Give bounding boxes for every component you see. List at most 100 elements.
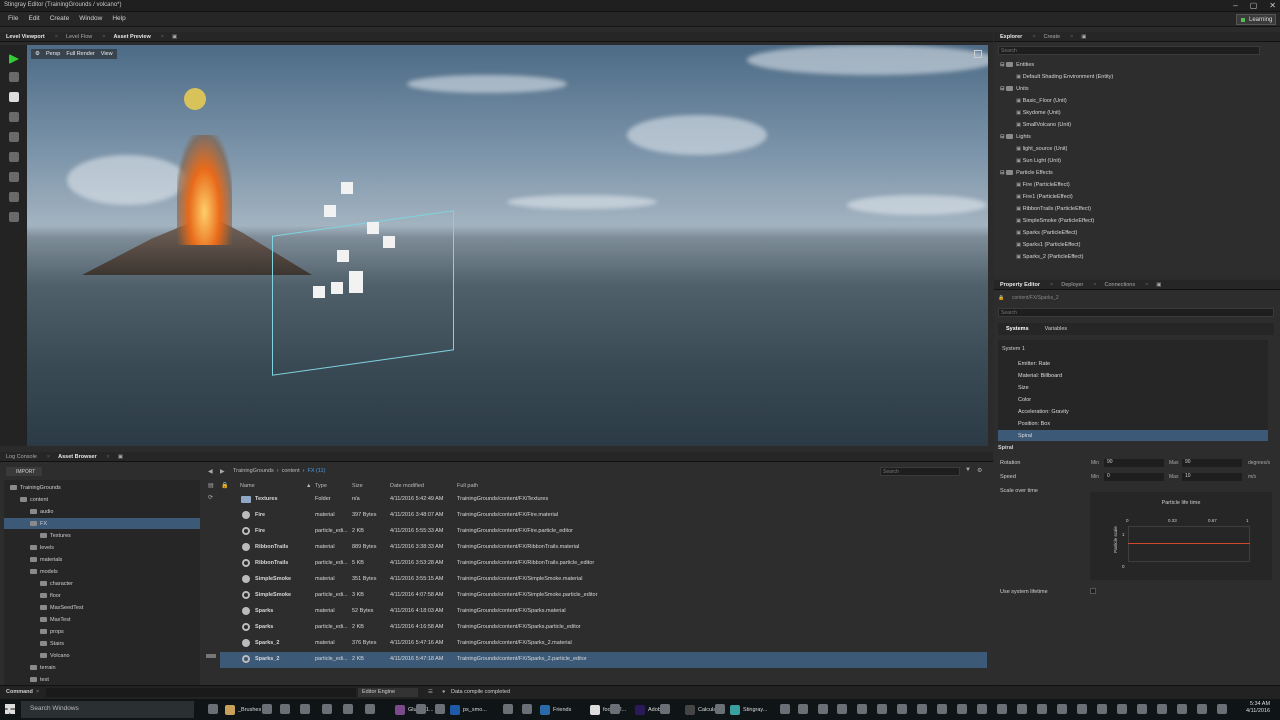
taskbar-app[interactable]: Friends	[540, 702, 571, 717]
tray-icon[interactable]	[997, 704, 1007, 714]
taskbar-app[interactable]: ps_smo...	[450, 702, 487, 717]
tray-icon[interactable]	[977, 704, 987, 714]
asset-row[interactable]: Sparks_2 particle_edi... 2 KB 4/11/2016 5:4…	[220, 652, 987, 668]
asset-row[interactable]: SimpleSmoke material 351 Bytes 4/11/2016 3:…	[220, 572, 987, 588]
particle-module-item[interactable]: Color	[998, 394, 1268, 405]
close-button[interactable]: ✕	[1269, 1, 1276, 10]
col-path[interactable]: Full path	[457, 483, 478, 489]
particle-module-item[interactable]: Acceleration: Gravity	[998, 406, 1268, 417]
asset-row[interactable]: Fire particle_edi... 2 KB 4/11/2016 5:55:33…	[220, 524, 987, 540]
minimize-button[interactable]: –	[1233, 1, 1237, 10]
clock[interactable]: 5:34 AM 4/11/2016	[1246, 701, 1270, 715]
menu-create[interactable]: Create	[50, 15, 70, 22]
tray-icon[interactable]	[660, 704, 670, 714]
explorer-item[interactable]: ▣ Fire (ParticleEffect)	[1016, 182, 1070, 194]
rotation-min-field[interactable]: 90	[1104, 459, 1164, 467]
speed-min-field[interactable]: 0	[1104, 473, 1164, 481]
full-render-button[interactable]: Full Render	[66, 51, 94, 57]
explorer-group[interactable]: ⊟ Entities	[1000, 62, 1034, 74]
tray-icon[interactable]	[365, 704, 375, 714]
tray-icon[interactable]	[857, 704, 867, 714]
import-button[interactable]: IMPORT	[6, 467, 42, 476]
folder-tree-item[interactable]: Volcano	[4, 650, 200, 661]
folder-tree-item[interactable]: materials	[4, 554, 200, 565]
taskbar-app[interactable]: GluaIT 1...	[395, 702, 434, 717]
menu-file[interactable]: File	[8, 15, 18, 22]
asset-row[interactable]: Sparks material 52 Bytes 4/11/2016 4:18:03 …	[220, 604, 987, 620]
level-viewport[interactable]: ⚙ Persp Full Render View	[27, 45, 988, 446]
folder-tree-item[interactable]: content	[4, 494, 200, 505]
menu-window[interactable]: Window	[79, 15, 102, 22]
scale-curve-editor[interactable]: Particle life time 0 0.33 0.67 1 1 0 Par…	[1090, 492, 1272, 580]
tab-log-console[interactable]: Log Console	[6, 454, 37, 460]
explorer-item[interactable]: ▣ Default Shading Environment (Entity)	[1016, 74, 1113, 86]
use-system-lifetime-checkbox[interactable]	[1090, 588, 1096, 594]
refresh-icon[interactable]: ⟳	[208, 494, 213, 501]
spiral-section-header[interactable]: Spiral	[998, 445, 1013, 451]
tab-asset-preview[interactable]: Asset Preview	[113, 34, 150, 40]
folder-tree-item[interactable]: terrain	[4, 662, 200, 673]
explorer-item[interactable]: ▣ Skydome (Unit)	[1016, 110, 1061, 122]
add-tab-icon[interactable]: ▣	[1156, 282, 1161, 288]
tray-icon[interactable]	[503, 704, 513, 714]
tray-icon[interactable]	[1177, 704, 1187, 714]
tab-level-flow[interactable]: Level Flow	[66, 34, 92, 40]
folder-tree-item[interactable]: TrainingGrounds	[4, 482, 200, 493]
property-search-input[interactable]	[998, 308, 1274, 317]
tray-icon[interactable]	[897, 704, 907, 714]
tray-icon[interactable]	[1217, 704, 1227, 714]
explorer-search-input[interactable]	[998, 46, 1260, 55]
add-tab-icon[interactable]: ▣	[118, 454, 123, 460]
asset-row[interactable]: RibbonTrails material 889 Bytes 4/11/2016 3…	[220, 540, 987, 556]
scale-curve-line[interactable]	[1128, 543, 1250, 544]
learning-button[interactable]: Learning	[1236, 14, 1276, 25]
maximize-viewport-icon[interactable]	[974, 50, 982, 58]
tray-icon[interactable]	[1117, 704, 1127, 714]
folder-tree-item[interactable]: floor	[4, 590, 200, 601]
folder-tree-item[interactable]: Textures	[4, 530, 200, 541]
tray-icon[interactable]	[322, 704, 332, 714]
forward-arrow-icon[interactable]: ▶	[220, 468, 225, 475]
resize-handle[interactable]	[206, 654, 216, 658]
explorer-item[interactable]: ▣ Basic_Floor (Unit)	[1016, 98, 1067, 110]
windows-start-icon[interactable]	[5, 704, 15, 714]
add-tab-icon[interactable]: ▣	[1081, 34, 1086, 40]
tab-asset-browser[interactable]: Asset Browser	[58, 454, 97, 460]
filter-icon[interactable]: ▼	[965, 467, 971, 473]
tray-icon[interactable]	[818, 704, 828, 714]
tray-icon[interactable]	[416, 704, 426, 714]
gamepad-icon[interactable]	[9, 72, 19, 82]
settings-gear-icon[interactable]: ⚙	[977, 467, 982, 474]
rotation-max-field[interactable]: 90	[1182, 459, 1242, 467]
explorer-item[interactable]: ▣ Sparks1 (ParticleEffect)	[1016, 242, 1080, 254]
tab-systems[interactable]: Systems	[1006, 326, 1029, 335]
folder-tree-item[interactable]: FX	[4, 518, 200, 529]
maximize-button[interactable]: ▢	[1250, 1, 1258, 10]
tray-icon[interactable]	[1037, 704, 1047, 714]
folder-tree-item[interactable]: audio	[4, 506, 200, 517]
tray-icon[interactable]	[715, 704, 725, 714]
col-type[interactable]: Type	[315, 483, 327, 489]
scale-icon[interactable]	[9, 132, 19, 142]
folder-tree-item[interactable]: character	[4, 578, 200, 589]
view-button[interactable]: View	[101, 51, 113, 57]
close-icon[interactable]: ×	[1145, 282, 1148, 288]
folder-view-icon[interactable]: ▤	[208, 482, 214, 489]
explorer-group[interactable]: ⊟ Particle Effects	[1000, 170, 1053, 182]
folder-tree-item[interactable]: Stairs	[4, 638, 200, 649]
lock-icon[interactable]: 🔒	[998, 295, 1004, 301]
col-date[interactable]: Date modified	[390, 483, 424, 489]
add-tab-icon[interactable]: ▣	[172, 34, 177, 40]
tray-icon[interactable]	[937, 704, 947, 714]
tray-icon[interactable]	[1157, 704, 1167, 714]
command-input[interactable]	[46, 688, 356, 697]
back-arrow-icon[interactable]: ◀	[208, 468, 213, 475]
explorer-item[interactable]: ▣ Sun Light (Unit)	[1016, 158, 1061, 170]
tray-icon[interactable]	[1077, 704, 1087, 714]
close-icon[interactable]: ×	[1070, 34, 1073, 40]
particle-module-item[interactable]: Spiral	[998, 430, 1268, 441]
tab-variables[interactable]: Variables	[1045, 326, 1068, 335]
close-icon[interactable]: ×	[102, 34, 105, 40]
particle-module-item[interactable]: Material: Billboard	[998, 370, 1268, 381]
particle-module-item[interactable]: Position: Box	[998, 418, 1268, 429]
